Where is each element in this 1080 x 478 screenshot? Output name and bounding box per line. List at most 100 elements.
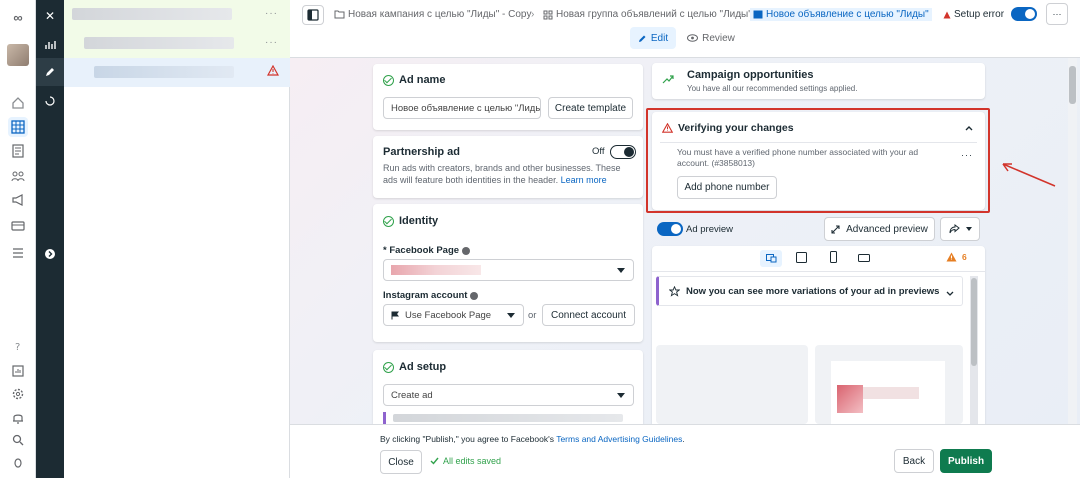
publish-button[interactable]: Publish bbox=[940, 449, 992, 473]
search-icon[interactable] bbox=[8, 430, 28, 450]
partnership-toggle[interactable] bbox=[610, 145, 636, 159]
variations-text: Now you can see more variations of your … bbox=[686, 285, 940, 297]
pages-icon[interactable] bbox=[8, 141, 28, 161]
main-editor-area: Ad name Новое объявление с целью "Лиды C… bbox=[290, 58, 1080, 424]
ad-preview-label: Ad preview bbox=[686, 224, 733, 235]
learn-more-link[interactable]: Learn more bbox=[561, 175, 607, 185]
meta-logo-icon[interactable]: ∞ bbox=[8, 7, 28, 27]
notifications-bell-icon[interactable] bbox=[8, 408, 28, 428]
terms-suffix: . bbox=[682, 434, 685, 444]
identity-card: Identity * Facebook Page Instagram accou… bbox=[373, 204, 643, 342]
check-circle-icon bbox=[383, 361, 394, 373]
campaign-more-icon[interactable]: ··· bbox=[265, 8, 278, 19]
help-icon[interactable]: ? bbox=[8, 336, 28, 356]
main-scrollbar-thumb[interactable] bbox=[1069, 66, 1076, 104]
campaign-opportunities-card[interactable]: Campaign opportunities You have all our … bbox=[652, 63, 985, 99]
campaigns-table-icon[interactable] bbox=[8, 117, 28, 137]
breadcrumb-adset[interactable]: Новая группа объявлений с целью "Лиды" bbox=[543, 9, 752, 20]
tree-row-adset[interactable]: ··· bbox=[64, 29, 290, 58]
annotation-arrow-icon bbox=[1002, 163, 1056, 187]
chart-icon[interactable] bbox=[36, 31, 64, 59]
flag-icon bbox=[391, 311, 399, 319]
edit-pencil-icon[interactable] bbox=[36, 58, 64, 86]
checkmark-icon bbox=[430, 457, 439, 465]
back-button[interactable]: Back bbox=[894, 449, 934, 473]
ad-setup-card: Ad setup Create ad bbox=[373, 350, 643, 424]
tree-row-campaign[interactable]: ··· bbox=[64, 0, 290, 29]
partnership-description: Run ads with creators, brands and other … bbox=[383, 162, 633, 186]
preview-warnings[interactable]: 6 bbox=[946, 252, 967, 262]
main-scrollbar[interactable] bbox=[1068, 58, 1077, 424]
bug-report-icon[interactable] bbox=[8, 452, 28, 472]
breadcrumb-separator-icon: › bbox=[738, 9, 742, 20]
instagram-account-value: Use Facebook Page bbox=[405, 309, 492, 321]
facebook-page-select[interactable] bbox=[383, 259, 634, 281]
instagram-label: Instagram account bbox=[383, 290, 479, 301]
breadcrumb-ad[interactable]: Новое объявление с целью "Лиды" bbox=[750, 8, 932, 21]
ad-name-input[interactable]: Новое объявление с целью "Лиды bbox=[383, 97, 541, 119]
opportunities-subtitle: You have all our recommended settings ap… bbox=[687, 84, 858, 93]
chevron-down-icon bbox=[617, 393, 625, 398]
identity-title-label: Identity bbox=[399, 215, 439, 227]
placement-landscape-icon[interactable] bbox=[858, 253, 870, 265]
close-editor-icon[interactable]: ✕ bbox=[36, 2, 64, 30]
advanced-preview-label: Advanced preview bbox=[846, 223, 928, 235]
breadcrumb-ad-label: Новое объявление с целью "Лиды" bbox=[766, 9, 929, 20]
setup-error-status: Setup error bbox=[943, 9, 1004, 20]
connect-account-button[interactable]: Connect account bbox=[542, 304, 635, 326]
breadcrumb-campaign[interactable]: Новая кампания с целью "Лиды" - Copy bbox=[334, 9, 532, 20]
trend-up-icon bbox=[662, 73, 674, 88]
warning-count: 6 bbox=[962, 252, 967, 262]
breadcrumb-separator-icon: › bbox=[531, 9, 535, 20]
variations-banner[interactable]: Now you can see more variations of your … bbox=[656, 276, 963, 306]
partnership-title: Partnership ad bbox=[383, 146, 461, 158]
toggle-sidebar-button[interactable] bbox=[302, 5, 324, 25]
facebook-page-label-text: * Facebook Page bbox=[383, 245, 460, 256]
tab-edit[interactable]: Edit bbox=[630, 27, 676, 49]
account-avatar[interactable] bbox=[7, 44, 29, 66]
adset-more-icon[interactable]: ··· bbox=[265, 37, 278, 48]
ad-status-toggle[interactable] bbox=[1011, 7, 1037, 21]
placement-square-icon[interactable] bbox=[796, 252, 807, 266]
breadcrumb-adset-label: Новая группа объявлений с целью "Лиды" bbox=[556, 9, 752, 20]
svg-text:?: ? bbox=[15, 342, 20, 353]
create-template-button[interactable]: Create template bbox=[548, 97, 633, 119]
history-icon[interactable] bbox=[36, 87, 64, 115]
tab-edit-label: Edit bbox=[650, 32, 669, 44]
settings-gear-icon[interactable] bbox=[8, 384, 28, 404]
advanced-preview-button[interactable]: Advanced preview bbox=[824, 217, 935, 241]
ad-preview-toggle[interactable] bbox=[657, 222, 683, 236]
share-preview-button[interactable] bbox=[940, 217, 980, 241]
ad-setup-value: Create ad bbox=[391, 389, 433, 401]
all-tools-menu-icon[interactable] bbox=[8, 243, 28, 263]
editor-mode-strip: ✕ bbox=[36, 0, 64, 478]
tree-row-ad[interactable] bbox=[64, 58, 290, 87]
top-bar: Новая кампания с целью "Лиды" - Copy › Н… bbox=[290, 0, 1080, 58]
tab-review[interactable]: Review bbox=[686, 27, 736, 49]
star-icon bbox=[669, 285, 680, 297]
expand-arrow-icon[interactable] bbox=[36, 240, 64, 268]
close-button[interactable]: Close bbox=[380, 450, 422, 474]
terms-link[interactable]: Terms and Advertising Guidelines bbox=[556, 434, 682, 444]
more-actions-button[interactable]: ··· bbox=[1046, 3, 1068, 25]
tab-review-label: Review bbox=[702, 32, 735, 44]
chevron-down-icon[interactable] bbox=[946, 288, 954, 300]
setup-error-label: Setup error bbox=[954, 9, 1005, 20]
share-icon bbox=[949, 224, 960, 234]
info-icon bbox=[462, 246, 471, 255]
ad-name-card: Ad name Новое объявление с целью "Лиды C… bbox=[373, 64, 643, 130]
warning-icon bbox=[946, 252, 957, 262]
instagram-account-select[interactable]: Use Facebook Page bbox=[383, 304, 524, 326]
audiences-icon[interactable] bbox=[8, 166, 28, 186]
preview-scrollbar-thumb[interactable] bbox=[971, 278, 977, 366]
chevron-down-icon bbox=[507, 313, 515, 318]
save-status-label: All edits saved bbox=[443, 456, 502, 466]
ad-setup-select[interactable]: Create ad bbox=[383, 384, 634, 406]
placement-mobile-icon[interactable] bbox=[830, 251, 837, 266]
billing-card-icon[interactable] bbox=[8, 216, 28, 236]
campaign-tree-panel: ··· ··· bbox=[64, 0, 290, 478]
reports-icon[interactable] bbox=[8, 361, 28, 381]
placement-all-icon[interactable] bbox=[760, 250, 782, 267]
megaphone-icon[interactable] bbox=[8, 190, 28, 210]
home-icon[interactable] bbox=[8, 93, 28, 113]
